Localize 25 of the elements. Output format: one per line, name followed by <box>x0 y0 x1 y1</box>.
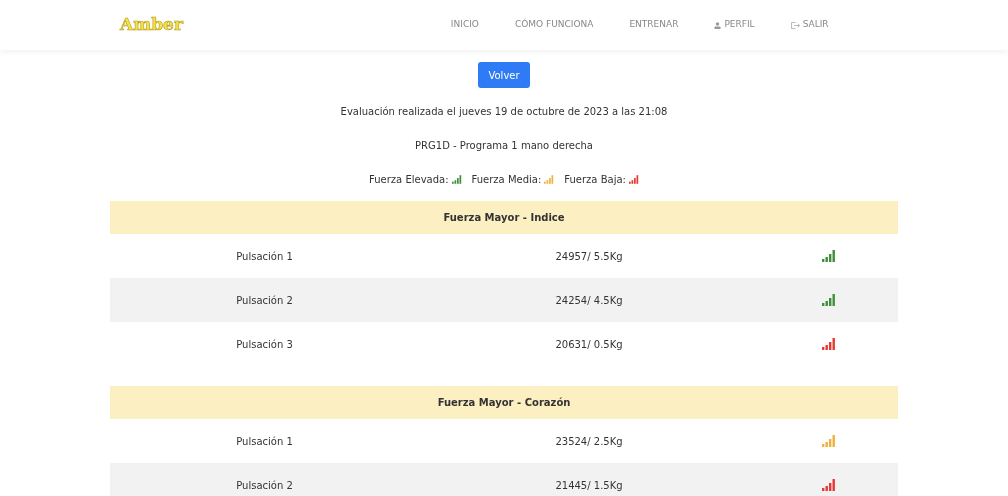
evaluation-date: Evaluación realizada el jueves 19 de octubre de 2023 a las 21:08 <box>340 105 668 119</box>
table-cell-text: 23524/ 2.5Kg <box>555 434 623 449</box>
program-name: PRG1D - Programa 1 mano derecha <box>415 139 593 153</box>
table-cell-text: Pulsación 3 <box>236 337 293 352</box>
nav-link[interactable]: SALIR <box>790 18 829 32</box>
table-cell-text: 24254/ 4.5Kg <box>555 293 623 308</box>
table-cell-text: Pulsación 2 <box>236 478 293 493</box>
nav-link[interactable]: CÓMO FUNCIONA <box>514 18 594 32</box>
legend-label: Fuerza Media: <box>471 173 542 187</box>
nav-link[interactable]: ENTRENAR <box>629 18 679 32</box>
table-cell-text: 24957/ 5.5Kg <box>555 249 623 264</box>
table-cell-text: 20631/ 0.5Kg <box>555 337 623 352</box>
table-cell-text: Pulsación 1 <box>236 434 293 449</box>
exit-icon <box>790 21 800 29</box>
nav-link[interactable]: PERFIL <box>714 18 755 32</box>
legend-label: Fuerza Elevada: <box>369 173 449 187</box>
nav-link[interactable]: INICIO <box>450 18 479 32</box>
back-button[interactable]: Volver <box>478 62 530 88</box>
section-header: Fuerza Mayor - Corazón <box>110 386 898 419</box>
table-cell-text: Pulsación 1 <box>236 249 293 264</box>
table-cell-text: 21445/ 1.5Kg <box>555 478 623 493</box>
table-cell-text: Pulsación 2 <box>236 293 293 308</box>
legend-label: Fuerza Baja: <box>564 173 626 187</box>
section-header: Fuerza Mayor - Indice <box>110 201 898 234</box>
user-icon <box>714 21 722 29</box>
